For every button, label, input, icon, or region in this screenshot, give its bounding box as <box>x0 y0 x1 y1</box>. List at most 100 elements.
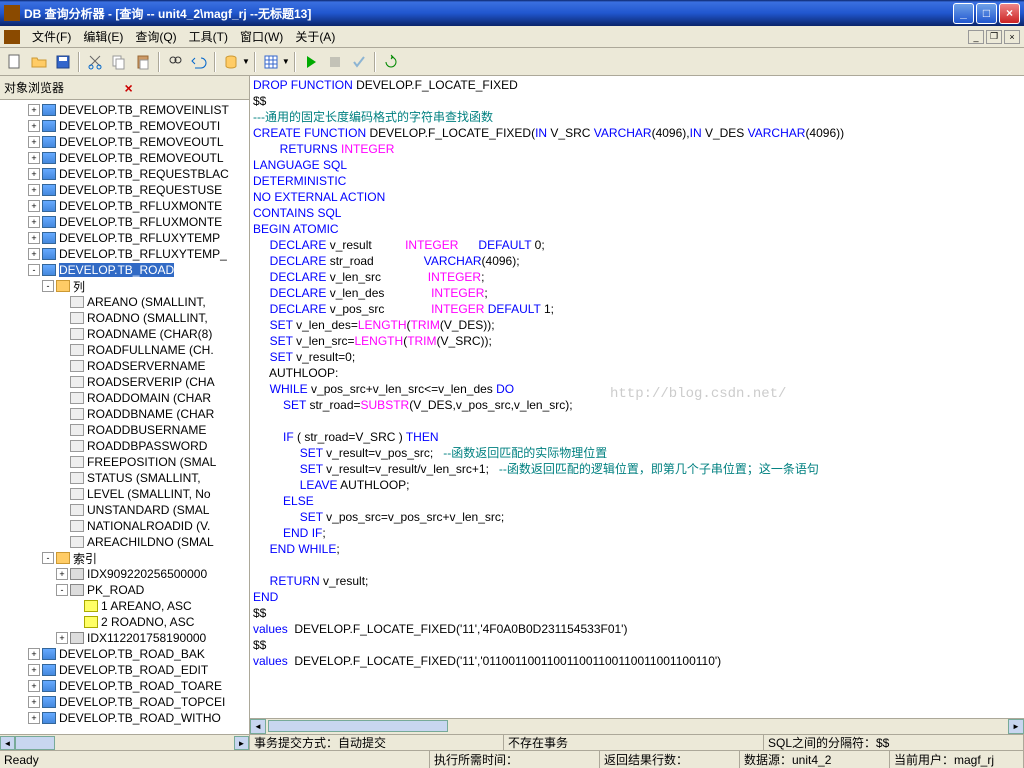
tree-node[interactable]: +DEVELOP.TB_REQUESTUSE <box>0 182 249 198</box>
expand-icon[interactable]: + <box>28 216 40 228</box>
scroll-left-icon[interactable]: ◄ <box>0 736 15 750</box>
mdi-restore-button[interactable]: ❐ <box>986 30 1002 44</box>
expand-icon[interactable] <box>56 376 68 388</box>
expand-icon[interactable] <box>56 504 68 516</box>
expand-icon[interactable]: + <box>28 648 40 660</box>
save-button[interactable] <box>52 51 74 73</box>
tree-node[interactable]: ROADDBNAME (CHAR <box>0 406 249 422</box>
tree-node[interactable]: ROADDBPASSWORD <box>0 438 249 454</box>
tree-node[interactable]: FREEPOSITION (SMAL <box>0 454 249 470</box>
menu-tools[interactable]: 工具(T) <box>183 26 234 47</box>
expand-icon[interactable]: + <box>28 152 40 164</box>
expand-icon[interactable]: + <box>28 200 40 212</box>
menu-help[interactable]: 关于(A) <box>289 26 341 47</box>
maximize-button[interactable]: □ <box>976 3 997 24</box>
tree-node[interactable]: ROADSERVERIP (CHA <box>0 374 249 390</box>
expand-icon[interactable]: + <box>28 184 40 196</box>
expand-icon[interactable]: + <box>28 136 40 148</box>
expand-icon[interactable] <box>56 312 68 324</box>
tree-node[interactable]: AREACHILDNO (SMAL <box>0 534 249 550</box>
grid-button[interactable] <box>260 51 282 73</box>
expand-icon[interactable] <box>70 616 82 628</box>
expand-icon[interactable]: - <box>28 264 40 276</box>
expand-icon[interactable]: + <box>28 104 40 116</box>
tree-node[interactable]: +DEVELOP.TB_RFLUXYTEMP <box>0 230 249 246</box>
expand-icon[interactable]: + <box>56 632 68 644</box>
tree-node[interactable]: -列 <box>0 278 249 294</box>
expand-icon[interactable]: - <box>42 280 54 292</box>
expand-icon[interactable] <box>56 536 68 548</box>
undo-button[interactable] <box>188 51 210 73</box>
tree-node[interactable]: +DEVELOP.TB_REQUESTBLAC <box>0 166 249 182</box>
tree-node[interactable]: +IDX112201758190000 <box>0 630 249 646</box>
close-button[interactable]: × <box>999 3 1020 24</box>
tree-node[interactable]: 2 ROADNO, ASC <box>0 614 249 630</box>
tree-node[interactable]: +DEVELOP.TB_ROAD_TOARE <box>0 678 249 694</box>
expand-icon[interactable] <box>56 488 68 500</box>
sql-editor[interactable]: DROP FUNCTION DEVELOP.F_LOCATE_FIXED$$--… <box>250 76 1024 718</box>
editor-hscrollbar[interactable]: ◄ ► <box>250 718 1024 734</box>
tree-node[interactable]: +DEVELOP.TB_ROAD_BAK <box>0 646 249 662</box>
expand-icon[interactable]: + <box>28 696 40 708</box>
expand-icon[interactable]: + <box>28 712 40 724</box>
expand-icon[interactable] <box>56 344 68 356</box>
refresh-button[interactable] <box>380 51 402 73</box>
expand-icon[interactable] <box>56 408 68 420</box>
execute-button[interactable] <box>300 51 322 73</box>
expand-icon[interactable] <box>56 472 68 484</box>
menu-file[interactable]: 文件(F) <box>26 26 77 47</box>
scroll-thumb[interactable] <box>15 736 55 750</box>
tree-node[interactable]: ROADNAME (CHAR(8) <box>0 326 249 342</box>
expand-icon[interactable]: - <box>56 584 68 596</box>
menu-edit[interactable]: 编辑(E) <box>77 26 129 47</box>
find-button[interactable] <box>164 51 186 73</box>
expand-icon[interactable]: - <box>42 552 54 564</box>
tree-node[interactable]: -DEVELOP.TB_ROAD <box>0 262 249 278</box>
sidebar-hscrollbar[interactable]: ◄ ► <box>0 734 249 750</box>
dropdown-icon[interactable]: ▼ <box>242 57 250 66</box>
tree-node[interactable]: +DEVELOP.TB_ROAD_EDIT <box>0 662 249 678</box>
mdi-minimize-button[interactable]: _ <box>968 30 984 44</box>
expand-icon[interactable] <box>56 456 68 468</box>
expand-icon[interactable] <box>70 600 82 612</box>
expand-icon[interactable] <box>56 392 68 404</box>
expand-icon[interactable]: + <box>28 168 40 180</box>
tree-node[interactable]: +DEVELOP.TB_REMOVEOUTL <box>0 150 249 166</box>
check-button[interactable] <box>348 51 370 73</box>
scroll-thumb[interactable] <box>268 720 448 732</box>
object-tree[interactable]: +DEVELOP.TB_REMOVEINLIST+DEVELOP.TB_REMO… <box>0 100 249 734</box>
stop-button[interactable] <box>324 51 346 73</box>
expand-icon[interactable]: + <box>28 664 40 676</box>
tree-node[interactable]: +DEVELOP.TB_REMOVEOUTL <box>0 134 249 150</box>
expand-icon[interactable]: + <box>28 680 40 692</box>
tree-node[interactable]: STATUS (SMALLINT, <box>0 470 249 486</box>
expand-icon[interactable] <box>56 440 68 452</box>
tree-node[interactable]: -PK_ROAD <box>0 582 249 598</box>
open-button[interactable] <box>28 51 50 73</box>
dropdown-icon[interactable]: ▼ <box>282 57 290 66</box>
cut-button[interactable] <box>84 51 106 73</box>
expand-icon[interactable] <box>56 296 68 308</box>
db-button[interactable] <box>220 51 242 73</box>
tree-node[interactable]: +DEVELOP.TB_REMOVEOUTI <box>0 118 249 134</box>
scroll-right-icon[interactable]: ► <box>1008 719 1024 734</box>
minimize-button[interactable]: _ <box>953 3 974 24</box>
expand-icon[interactable] <box>56 520 68 532</box>
tree-node[interactable]: +DEVELOP.TB_ROAD_WITHO <box>0 710 249 726</box>
tree-node[interactable]: NATIONALROADID (V. <box>0 518 249 534</box>
tree-node[interactable]: ROADFULLNAME (CH. <box>0 342 249 358</box>
tree-node[interactable]: +DEVELOP.TB_REMOVEINLIST <box>0 102 249 118</box>
tree-node[interactable]: +DEVELOP.TB_RFLUXMONTE <box>0 198 249 214</box>
paste-button[interactable] <box>132 51 154 73</box>
expand-icon[interactable]: + <box>28 248 40 260</box>
panel-close-icon[interactable]: × <box>125 80 246 96</box>
expand-icon[interactable]: + <box>56 568 68 580</box>
tree-node[interactable]: +DEVELOP.TB_RFLUXMONTE <box>0 214 249 230</box>
tree-node[interactable]: AREANO (SMALLINT, <box>0 294 249 310</box>
expand-icon[interactable] <box>56 424 68 436</box>
tree-node[interactable]: ROADDOMAIN (CHAR <box>0 390 249 406</box>
tree-node[interactable]: +DEVELOP.TB_RFLUXYTEMP_ <box>0 246 249 262</box>
menu-window[interactable]: 窗口(W) <box>234 26 289 47</box>
new-button[interactable] <box>4 51 26 73</box>
tree-node[interactable]: UNSTANDARD (SMAL <box>0 502 249 518</box>
